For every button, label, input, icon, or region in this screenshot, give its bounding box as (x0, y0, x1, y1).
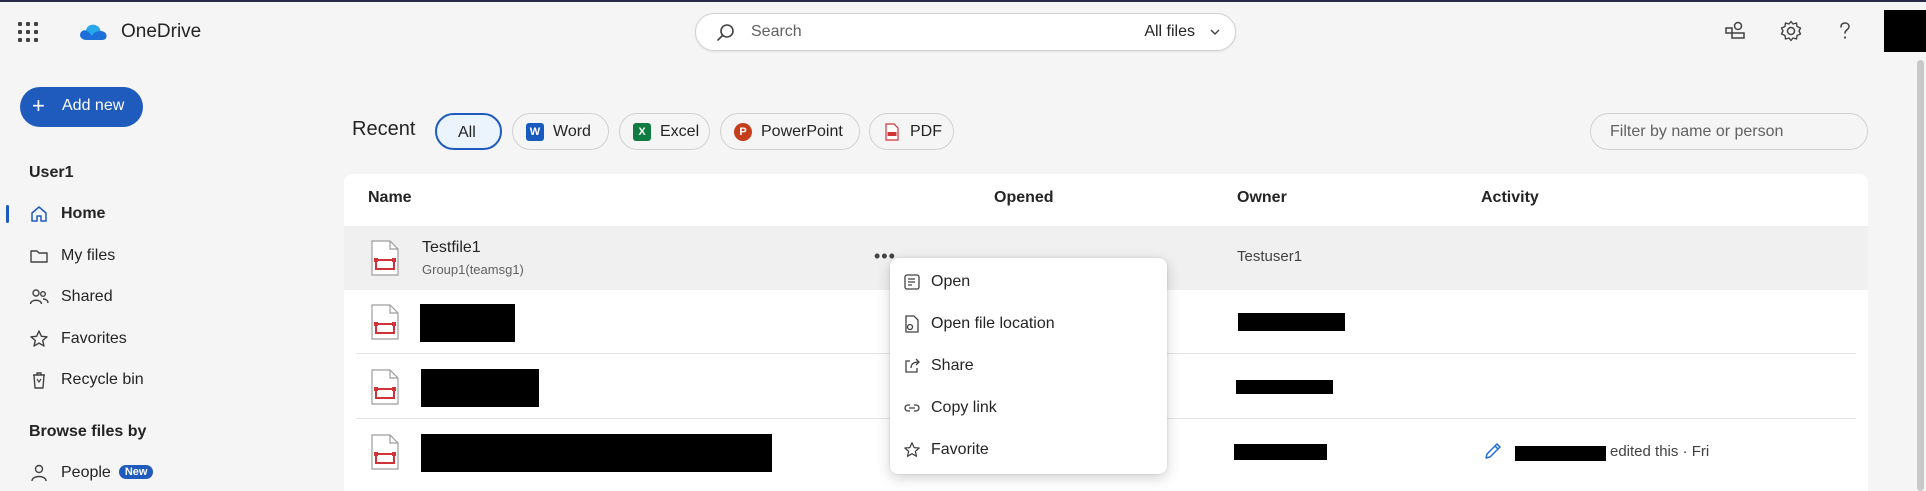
user-name: User1 (29, 164, 74, 181)
onedrive-logo-icon (80, 24, 107, 40)
redacted-file-name (421, 369, 539, 407)
sidebar-item-recycle-bin[interactable]: Recycle bin (0, 362, 300, 398)
context-menu: Open Open file location Share Copy link … (890, 258, 1167, 474)
page-title: Recent (352, 118, 416, 140)
chevron-down-icon (1210, 29, 1220, 35)
filter-all[interactable]: All (435, 113, 502, 150)
scrollbar[interactable] (1917, 60, 1924, 491)
new-badge: New (118, 465, 154, 479)
column-header-owner[interactable]: Owner (1237, 189, 1287, 207)
star-icon (30, 330, 48, 347)
redacted-owner (1238, 313, 1345, 331)
menu-item-open-file-location[interactable]: Open file location (890, 304, 1167, 344)
search-input[interactable]: Search (751, 23, 802, 41)
search-box[interactable]: Search All files (695, 13, 1236, 51)
sidebar-item-my-files[interactable]: My files (0, 238, 300, 274)
top-bar: OneDrive Search All files (0, 0, 1926, 60)
powerpoint-icon: P (734, 123, 752, 141)
sidebar-item-people[interactable]: People New (0, 455, 300, 491)
star-icon (904, 442, 920, 457)
filter-powerpoint[interactable]: P PowerPoint (720, 113, 860, 150)
menu-item-share[interactable]: Share (890, 346, 1167, 386)
gear-icon[interactable] (1780, 20, 1802, 42)
file-location-icon (905, 315, 919, 333)
pdf-file-icon (371, 240, 399, 276)
redacted-editor-name (1515, 446, 1606, 461)
people-icon (29, 289, 49, 305)
menu-item-favorite[interactable]: Favorite (890, 430, 1167, 470)
person-icon (31, 464, 47, 482)
search-scope-dropdown[interactable]: All files (1144, 23, 1195, 41)
redacted-file-name (421, 434, 772, 472)
pdf-file-icon (371, 434, 399, 470)
app-title[interactable]: OneDrive (121, 21, 201, 43)
help-icon[interactable] (1834, 20, 1856, 42)
feedback-icon[interactable] (1724, 20, 1746, 42)
column-header-opened[interactable]: Opened (994, 189, 1054, 207)
menu-item-copy-link[interactable]: Copy link (890, 388, 1167, 428)
redacted-file-name (420, 304, 515, 342)
open-icon (904, 274, 920, 290)
folder-icon (30, 250, 48, 263)
search-icon (717, 24, 734, 41)
plus-icon: + (32, 93, 45, 118)
column-header-activity[interactable]: Activity (1481, 189, 1539, 207)
sidebar-item-favorites[interactable]: Favorites (0, 321, 300, 357)
column-header-name[interactable]: Name (368, 189, 412, 207)
word-icon: W (526, 123, 544, 141)
filter-excel[interactable]: X Excel (619, 113, 710, 150)
filter-word[interactable]: W Word (512, 113, 609, 150)
pdf-icon (885, 123, 899, 141)
file-owner: Testuser1 (1237, 248, 1303, 265)
browse-files-heading: Browse files by (29, 423, 147, 440)
home-icon (31, 206, 47, 222)
add-new-button[interactable]: + Add new (20, 87, 143, 127)
sidebar-item-home[interactable]: Home (0, 196, 300, 232)
active-indicator (6, 205, 9, 223)
app-launcher-icon[interactable] (18, 22, 38, 42)
pdf-file-icon (371, 369, 399, 405)
sidebar-item-shared[interactable]: Shared (0, 279, 300, 315)
link-icon (904, 404, 920, 412)
file-name[interactable]: Testfile1 (422, 239, 481, 257)
pdf-file-icon (371, 304, 399, 340)
filter-by-name-input[interactable]: Filter by name or person (1590, 113, 1868, 150)
account-avatar[interactable] (1884, 10, 1926, 52)
filter-pdf[interactable]: PDF (869, 113, 954, 150)
trash-icon (33, 372, 45, 389)
redacted-owner (1234, 444, 1327, 460)
activity-text: edited this · Fri (1610, 443, 1710, 460)
share-icon (905, 358, 920, 373)
excel-icon: X (633, 123, 651, 141)
menu-item-open[interactable]: Open (890, 262, 1167, 302)
file-location: Group1(teamsg1) (422, 262, 524, 277)
edit-pencil-icon (1485, 443, 1501, 459)
redacted-owner (1236, 380, 1333, 394)
